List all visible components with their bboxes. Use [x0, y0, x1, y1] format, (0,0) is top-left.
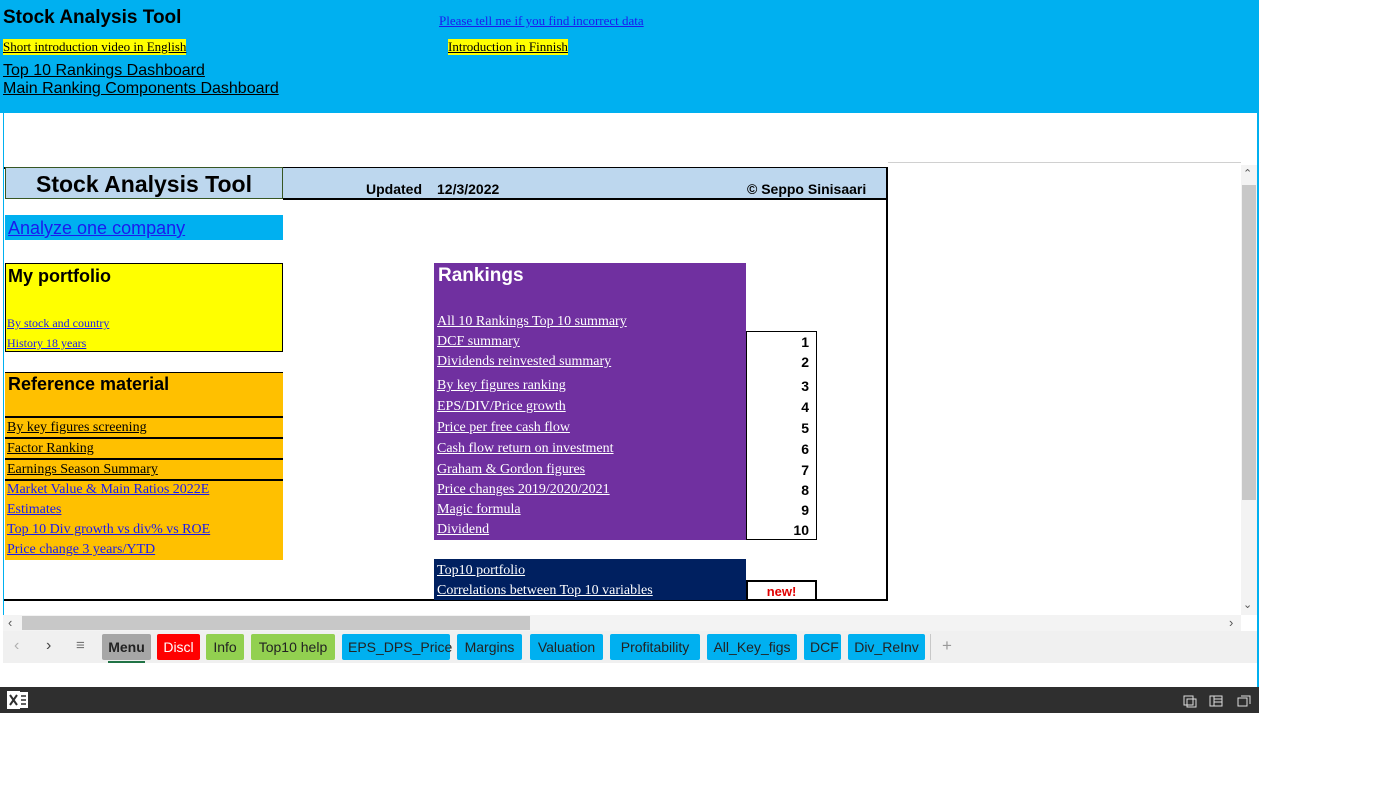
ranking-link-dividend[interactable]: Dividend: [437, 522, 489, 538]
tab-top10-help[interactable]: Top10 help: [251, 634, 335, 660]
portfolio-by-stock-link[interactable]: By stock and country: [7, 316, 109, 331]
divider: [5, 458, 283, 460]
ranking-number: 5: [801, 420, 809, 436]
ranking-number: 7: [801, 462, 809, 478]
rankings-heading: Rankings: [438, 265, 524, 286]
new-badge: new!: [746, 580, 817, 601]
report-incorrect-data-link[interactable]: Please tell me if you find incorrect dat…: [439, 13, 644, 29]
ranking-link-key-figures[interactable]: By key figures ranking: [437, 378, 566, 394]
ranking-number: 9: [801, 502, 809, 518]
scroll-down-icon[interactable]: ⌄: [1243, 598, 1252, 611]
ranking-number: 10: [793, 522, 809, 538]
status-bar: [0, 687, 1259, 713]
analyze-one-company-link[interactable]: Analyze one company: [8, 218, 185, 239]
ref-price-change-link[interactable]: Price change 3 years/YTD: [7, 542, 155, 558]
ref-div-growth-link[interactable]: Top 10 Div growth vs div% vs ROE: [7, 522, 210, 538]
prev-sheet-icon[interactable]: ‹: [14, 637, 19, 655]
ranking-number: 4: [801, 399, 809, 415]
tab-discl[interactable]: Discl: [157, 634, 200, 660]
ref-factor-ranking-link[interactable]: Factor Ranking: [7, 441, 94, 457]
rankings-summary-link[interactable]: All 10 Rankings Top 10 summary: [437, 314, 627, 330]
ranking-link-eps-div-price[interactable]: EPS/DIV/Price growth: [437, 399, 566, 415]
divider: [5, 437, 283, 439]
ranking-link-graham-gordon[interactable]: Graham & Gordon figures: [437, 462, 585, 478]
normal-view-icon[interactable]: [1209, 694, 1223, 707]
gridline: [888, 162, 1241, 163]
divider: [5, 372, 283, 373]
scroll-left-icon[interactable]: ‹: [8, 615, 12, 630]
excel-app-icon: [7, 690, 29, 710]
scroll-right-icon[interactable]: ›: [1229, 615, 1233, 630]
divider: [5, 479, 283, 481]
next-sheet-icon[interactable]: ›: [46, 637, 51, 655]
intro-finnish-link[interactable]: Introduction in Finnish: [448, 39, 568, 55]
tab-valuation[interactable]: Valuation: [530, 634, 603, 660]
sheet-footer-strip: [3, 663, 1257, 687]
top10-portfolio-link[interactable]: Top10 portfolio: [437, 563, 525, 579]
ranking-number: 8: [801, 482, 809, 498]
updated-date: 12/3/2022: [437, 181, 500, 197]
add-sheet-icon[interactable]: +: [942, 636, 952, 656]
ranking-link-magic-formula[interactable]: Magic formula: [437, 502, 521, 518]
ranking-number: 1: [801, 334, 809, 350]
top10-dashboard-link[interactable]: Top 10 Rankings Dashboard: [3, 62, 205, 80]
portfolio-heading: My portfolio: [8, 266, 111, 286]
ranking-link-dividends-reinvested[interactable]: Dividends reinvested summary: [437, 354, 611, 370]
divider: [5, 416, 283, 418]
tab-separator: [930, 634, 931, 660]
copyright: © Seppo Sinisaari: [747, 181, 867, 197]
tab-all-key-figs[interactable]: All_Key_figs: [707, 634, 797, 660]
tab-div-reinv[interactable]: Div_ReInv: [848, 634, 925, 660]
correlations-link[interactable]: Correlations between Top 10 variables: [437, 583, 653, 599]
ranking-number: 3: [801, 378, 809, 394]
window-border: [1257, 113, 1259, 688]
fit-to-window-icon[interactable]: [1183, 695, 1197, 708]
ref-key-figures-screening-link[interactable]: By key figures screening: [7, 420, 147, 436]
ranking-link-price-fcf[interactable]: Price per free cash flow: [437, 420, 570, 436]
banner-title: Stock Analysis Tool: [3, 7, 182, 28]
tab-info[interactable]: Info: [206, 634, 244, 660]
vertical-scroll-thumb[interactable]: [1242, 185, 1256, 500]
ranking-number: 2: [801, 354, 809, 370]
ranking-link-dcf[interactable]: DCF summary: [437, 334, 520, 350]
intro-video-english-link[interactable]: Short introduction video in English: [3, 39, 187, 55]
spacer-band: [3, 113, 1259, 165]
reference-heading: Reference material: [8, 374, 170, 394]
ranking-link-price-changes[interactable]: Price changes 2019/2020/2021: [437, 482, 610, 498]
tab-profitability[interactable]: Profitability: [610, 634, 700, 660]
horizontal-scroll-thumb[interactable]: [22, 616, 530, 630]
tab-menu[interactable]: Menu: [102, 634, 151, 660]
ref-market-value-link[interactable]: Market Value & Main Ratios 2022E: [7, 482, 209, 498]
portfolio-history-link[interactable]: History 18 years: [7, 336, 86, 351]
updated-label: Updated: [366, 181, 422, 197]
ref-earnings-season-link[interactable]: Earnings Season Summary: [7, 462, 158, 478]
all-sheets-menu-icon[interactable]: ≡: [76, 637, 85, 654]
header-title: Stock Analysis Tool: [5, 167, 283, 199]
ranking-link-cfroi[interactable]: Cash flow return on investment: [437, 441, 614, 457]
tab-dcf[interactable]: DCF: [804, 634, 841, 660]
tab-margins[interactable]: Margins: [457, 634, 522, 660]
ranking-components-dashboard-link[interactable]: Main Ranking Components Dashboard: [3, 80, 279, 98]
ranking-number: 6: [801, 441, 809, 457]
ref-estimates-link[interactable]: Estimates: [7, 502, 61, 518]
scroll-up-icon[interactable]: ⌃: [1243, 167, 1252, 180]
full-screen-icon[interactable]: [1237, 694, 1251, 707]
tab-eps-dps-price[interactable]: EPS_DPS_Price: [342, 634, 452, 660]
